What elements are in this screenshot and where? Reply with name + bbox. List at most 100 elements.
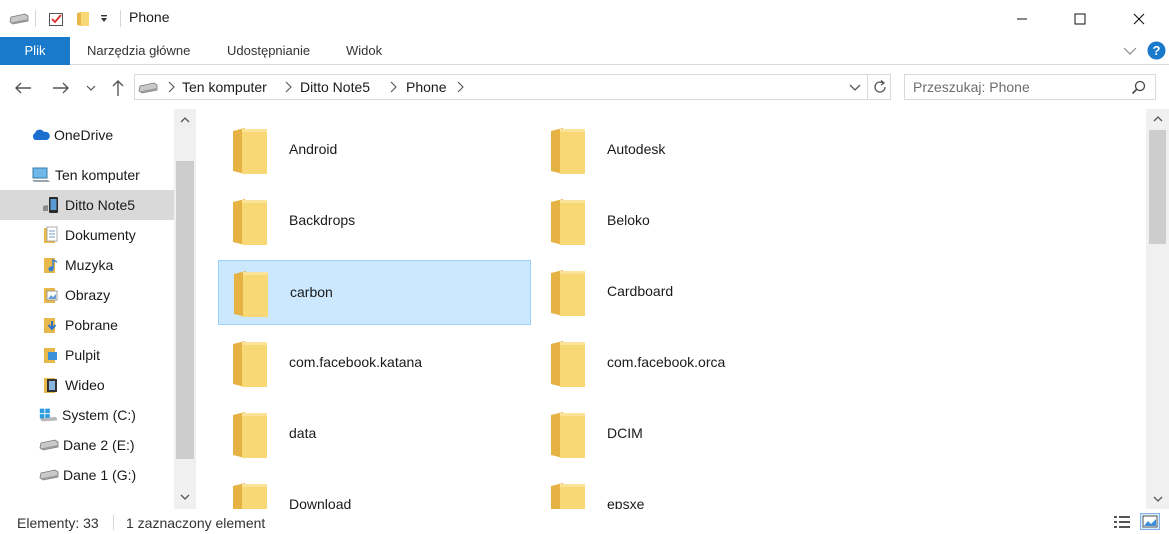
folder-item[interactable]: epsxe [536, 473, 849, 509]
scroll-up-icon[interactable] [1152, 115, 1164, 123]
breadcrumb-phone[interactable]: Phone [406, 79, 446, 95]
nav-item-label: Muzyka [65, 257, 114, 273]
chevron-right-icon[interactable] [166, 80, 176, 94]
scrollbar-thumb[interactable] [176, 161, 194, 459]
cloud-icon [30, 126, 50, 144]
maximize-button[interactable] [1051, 0, 1109, 37]
refresh-button[interactable] [872, 79, 888, 98]
folder-icon [550, 127, 586, 175]
nav-item-label: Ditto Note5 [65, 197, 136, 213]
pictures-icon [41, 286, 61, 304]
desktop-icon [41, 346, 61, 364]
properties-icon[interactable] [46, 10, 66, 28]
folder-icon [550, 340, 586, 388]
scrollbar-thumb[interactable] [1149, 130, 1166, 244]
video-icon [41, 376, 61, 394]
folder-item[interactable]: data [218, 402, 531, 467]
address-bar[interactable]: Ten komputer Ditto Note5 Phone [134, 74, 891, 100]
drive-icon[interactable] [8, 10, 30, 28]
back-arrow-icon [15, 82, 31, 94]
nav-item-desktop[interactable]: Pulpit [0, 340, 174, 370]
file-list: Android Autodesk Backdrops Beloko carbon Card… [196, 109, 1146, 509]
nav-item-label: System (C:) [62, 407, 136, 423]
chevron-right-icon[interactable] [283, 80, 293, 94]
nav-item-downloads[interactable]: Pobrane [0, 310, 174, 340]
nav-item-pictures[interactable]: Obrazy [0, 280, 174, 310]
folder-icon [550, 198, 586, 246]
tab-view[interactable]: Widok [346, 37, 382, 65]
help-icon[interactable]: ? [1147, 41, 1166, 60]
search-input[interactable] [913, 78, 1123, 96]
breadcrumb-this-pc[interactable]: Ten komputer [182, 79, 267, 95]
folder-icon [550, 411, 586, 459]
maximize-icon [1074, 13, 1086, 24]
details-view-icon [1114, 516, 1130, 528]
scroll-up-icon[interactable] [179, 116, 191, 124]
tab-share[interactable]: Udostępnianie [227, 37, 310, 65]
nav-item-onedrive[interactable]: OneDrive [0, 120, 174, 150]
nav-item-music[interactable]: Muzyka [0, 250, 174, 280]
nav-item-ditto-note5[interactable]: Ditto Note5 [0, 190, 174, 220]
folder-item[interactable]: DCIM [536, 402, 849, 467]
chevron-right-icon[interactable] [455, 80, 465, 94]
breadcrumb-ditto-note5[interactable]: Ditto Note5 [300, 79, 370, 95]
downloads-icon [41, 316, 61, 334]
folder-item[interactable]: Android [218, 118, 531, 183]
svg-text:?: ? [1153, 43, 1161, 58]
refresh-icon [874, 80, 886, 93]
folder-name: DCIM [607, 425, 643, 441]
folder-item[interactable]: Beloko [536, 189, 849, 254]
tab-home[interactable]: Narzędzia główne [87, 37, 190, 65]
close-icon [1133, 13, 1145, 24]
folder-item[interactable]: Cardboard [536, 260, 849, 325]
folder-item[interactable]: com.facebook.orca [536, 331, 849, 396]
folder-name: Beloko [607, 212, 650, 228]
drive-icon [138, 81, 158, 97]
new-folder-icon[interactable] [73, 10, 93, 28]
scroll-down-icon[interactable] [179, 493, 191, 501]
nav-item-system-c[interactable]: System (C:) [0, 400, 174, 430]
nav-item-label: Dane 1 (G:) [63, 467, 137, 483]
up-button[interactable] [107, 77, 129, 99]
folder-name: com.facebook.katana [289, 354, 423, 370]
tab-file[interactable]: Plik [0, 37, 70, 65]
scroll-down-icon[interactable] [1152, 495, 1164, 503]
folder-item[interactable]: Autodesk [536, 118, 849, 183]
nav-item-label: Pulpit [65, 347, 101, 363]
nav-item-video[interactable]: Wideo [0, 370, 174, 400]
file-list-scrollbar[interactable] [1146, 109, 1169, 509]
expand-ribbon-icon[interactable] [1122, 44, 1138, 58]
folder-item[interactable]: Backdrops [218, 189, 531, 254]
nav-item-documents[interactable]: Dokumenty [0, 220, 174, 250]
close-button[interactable] [1109, 0, 1169, 37]
folder-name: Download [289, 496, 352, 509]
large-icons-view-icon [1142, 515, 1158, 528]
nav-item-label: Dokumenty [65, 227, 136, 243]
forward-arrow-icon [53, 82, 69, 94]
status-bar: Elementy: 33 1 zaznaczony element [0, 509, 1169, 534]
customize-toolbar-icon[interactable] [97, 10, 111, 28]
details-view-button[interactable] [1113, 515, 1131, 532]
nav-item-data-1-g[interactable]: Dane 1 (G:) [0, 460, 174, 490]
folder-item[interactable]: Download [218, 473, 531, 509]
minimize-button[interactable] [993, 0, 1051, 37]
large-icons-view-button[interactable] [1140, 513, 1160, 530]
nav-item-data-2-e[interactable]: Dane 2 (E:) [0, 430, 174, 460]
search-icon[interactable] [1131, 80, 1146, 98]
search-box[interactable] [904, 74, 1156, 100]
chevron-right-icon[interactable] [388, 80, 398, 94]
folder-item[interactable]: com.facebook.katana [218, 331, 531, 396]
music-icon [41, 256, 61, 274]
nav-item-label: Pobrane [65, 317, 118, 333]
folder-icon [550, 269, 586, 317]
navigation-scrollbar[interactable] [174, 109, 196, 509]
window-title: Phone [129, 9, 170, 25]
folder-item[interactable]: carbon [218, 260, 531, 325]
back-button[interactable] [12, 77, 34, 99]
folder-name: Cardboard [607, 283, 674, 299]
nav-item-this-pc[interactable]: Ten komputer [0, 160, 174, 190]
address-history-button[interactable] [848, 81, 862, 97]
folder-name: carbon [290, 284, 333, 300]
recent-locations-button[interactable] [83, 77, 99, 99]
forward-button[interactable] [50, 77, 72, 99]
